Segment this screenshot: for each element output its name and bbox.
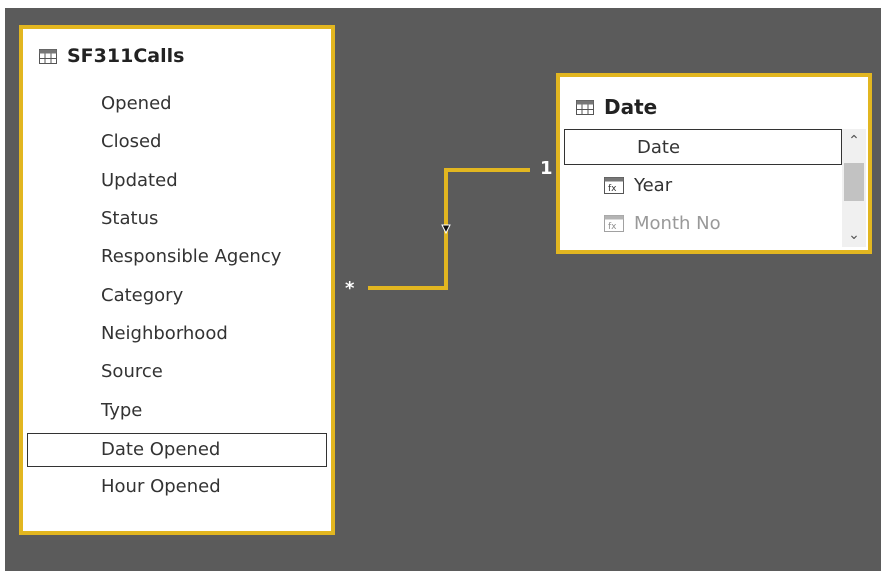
table-title: SF311Calls [67,45,185,67]
many-cardinality-label: * [345,278,355,299]
field-updated[interactable]: Updated [101,170,178,191]
table-icon [39,48,57,64]
field-label: Year [634,174,673,196]
field-year[interactable]: fx Year [564,167,842,203]
field-date[interactable]: Date [564,129,842,165]
field-status[interactable]: Status [101,208,158,229]
svg-text:fx: fx [608,184,617,194]
date-table-card[interactable]: Date Date fx Year fx Month No ⌃ ⌄ [556,73,872,254]
field-opened[interactable]: Opened [101,93,172,114]
table-title: Date [604,95,658,119]
field-hour-opened[interactable]: Hour Opened [101,476,221,497]
field-type[interactable]: Type [101,400,142,421]
sf311calls-table-card[interactable]: SF311Calls Opened Closed Updated Status … [19,25,335,535]
field-source[interactable]: Source [101,361,163,382]
date-field-list[interactable]: Date fx Year fx Month No [564,129,842,245]
chevron-down-icon[interactable]: ⌄ [842,223,866,247]
field-neighborhood[interactable]: Neighborhood [101,323,228,344]
table-icon [576,99,594,115]
field-label: Month No [634,212,721,234]
calculated-column-icon: fx [604,214,624,232]
calculated-column-icon: fx [604,176,624,194]
one-cardinality-label: 1 [540,158,553,179]
filter-direction-icon [441,224,451,235]
chevron-up-icon[interactable]: ⌃ [842,129,866,153]
field-month-no[interactable]: fx Month No [564,205,842,241]
scrollbar-thumb[interactable] [844,163,864,201]
field-category[interactable]: Category [101,285,183,306]
field-closed[interactable]: Closed [101,131,161,152]
svg-text:fx: fx [608,222,617,232]
field-responsible-agency[interactable]: Responsible Agency [101,246,281,267]
vertical-scrollbar[interactable]: ⌃ ⌄ [842,129,866,247]
sf311calls-table-header[interactable]: SF311Calls [39,45,184,67]
field-label: Date [637,136,681,158]
field-date-opened[interactable]: Date Opened [27,433,327,467]
date-table-header[interactable]: Date [576,95,657,119]
